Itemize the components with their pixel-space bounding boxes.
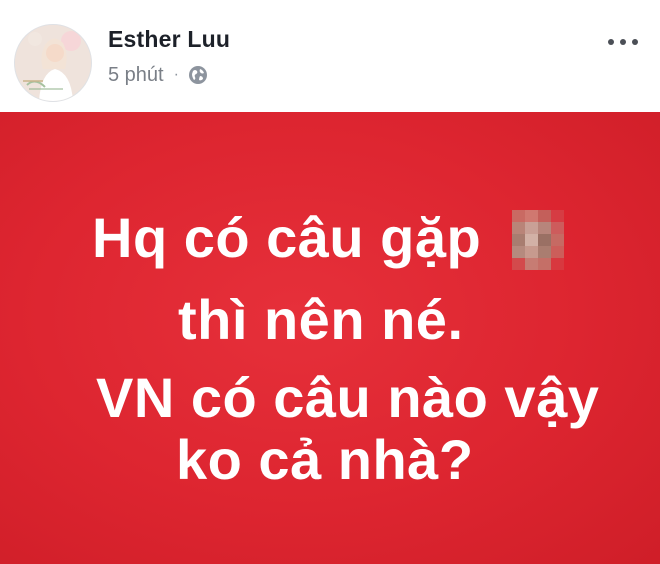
- author-name[interactable]: Esther Luu: [108, 26, 230, 53]
- pixelated-emoji-icon: [512, 210, 564, 270]
- globe-icon[interactable]: [188, 65, 208, 85]
- facebook-post: Esther Luu 5 phút · Hq có câu gặp thì nê…: [0, 0, 660, 564]
- author-avatar[interactable]: [14, 24, 92, 102]
- status-background-card: Hq có câu gặp thì nên né. VN có câu nào …: [0, 112, 660, 564]
- status-text-line-3: VN có câu nào vậy: [96, 366, 600, 429]
- more-dot: [620, 39, 626, 45]
- meta-separator: ·: [173, 66, 179, 83]
- more-dot: [632, 39, 638, 45]
- status-text-line-2: thì nên né.: [178, 288, 464, 351]
- more-dot: [608, 39, 614, 45]
- status-text-line-1: Hq có câu gặp: [92, 206, 482, 269]
- post-meta: 5 phút ·: [108, 62, 208, 88]
- more-options-icon[interactable]: [608, 34, 644, 50]
- status-text-line-4: ko cả nhà?: [176, 428, 474, 491]
- post-header: Esther Luu 5 phút ·: [0, 0, 660, 112]
- post-timestamp[interactable]: 5 phút: [108, 64, 164, 87]
- avatar-image: [15, 25, 91, 101]
